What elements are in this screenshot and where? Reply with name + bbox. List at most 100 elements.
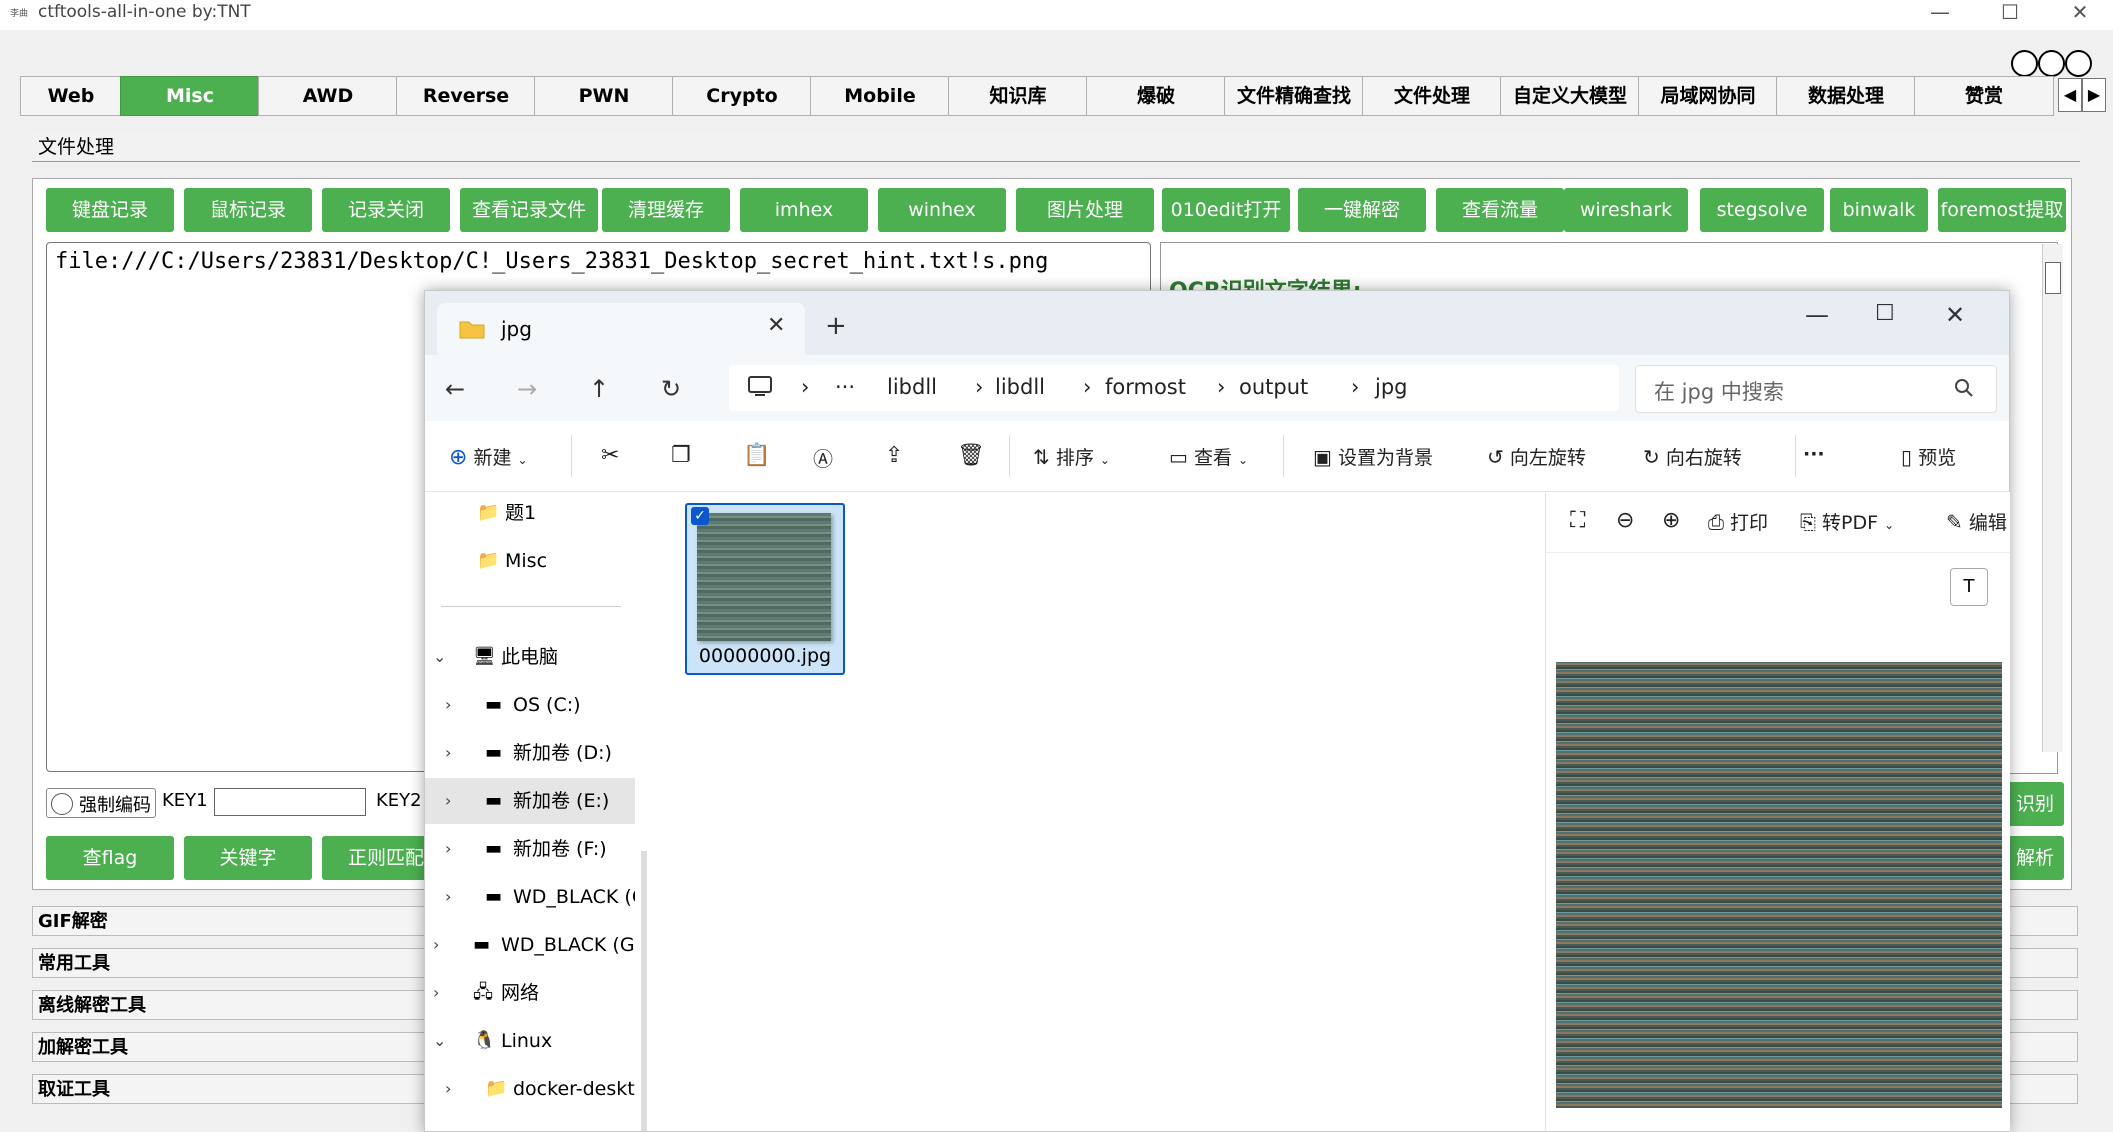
edit-button[interactable]: ✎ 编辑 [1946, 508, 2007, 535]
explorer-maximize-button[interactable]: ☐ [1875, 301, 1895, 326]
back-icon[interactable]: ← [435, 369, 475, 409]
nav-item[interactable]: ⌄ 🖥 此电脑 [425, 634, 635, 680]
nav-item[interactable]: › ▬ 新加卷 (E:) [425, 778, 635, 824]
crumb-libdll-1[interactable]: libdll [887, 375, 937, 399]
navpane-scrollbar[interactable] [641, 851, 647, 1131]
tab-8[interactable]: 爆破 [1086, 76, 1226, 116]
copy-icon[interactable]: ❐ [671, 443, 691, 468]
tab-1[interactable]: Misc [120, 76, 260, 116]
nav-item[interactable]: › ▬ 新加卷 (F:) [425, 826, 635, 872]
tool-button-2[interactable]: 记录关闭 [322, 188, 450, 232]
chevron-right-icon[interactable]: › [445, 1066, 451, 1112]
tool-button-6[interactable]: winhex [878, 188, 1006, 232]
keyword-button[interactable]: 关键字 [184, 836, 312, 880]
zoom-in-icon[interactable]: ⊕ [1662, 508, 1680, 533]
chevron-right-icon[interactable]: › [433, 922, 439, 968]
nav-item[interactable]: › ▬ WD_BLACK (G:) [425, 922, 635, 968]
explorer-tab[interactable]: jpg ✕ [437, 303, 805, 355]
tab-6[interactable]: Mobile [810, 76, 950, 116]
more-options-icon[interactable]: ··· [1803, 443, 1825, 465]
circle-button-2[interactable] [2038, 50, 2065, 77]
crumb-jpg[interactable]: jpg [1375, 375, 1408, 399]
crumb-formost[interactable]: formost [1105, 375, 1186, 399]
tool-button-7[interactable]: 图片处理 [1016, 188, 1154, 232]
chevron-right-icon[interactable]: › [433, 970, 439, 1016]
tool-button-1[interactable]: 鼠标记录 [184, 188, 312, 232]
tab-close-icon[interactable]: ✕ [767, 313, 785, 338]
rename-icon[interactable]: Ⓐ [813, 443, 833, 472]
rotate-right-button[interactable]: ↻ 向右旋转 [1643, 443, 1742, 470]
check-flag-button[interactable]: 查flag [46, 836, 174, 880]
tab-3[interactable]: Reverse [396, 76, 536, 116]
tab-10[interactable]: 文件处理 [1362, 76, 1502, 116]
address-bar[interactable]: › ··· libdll › libdll › formost › output… [729, 365, 1619, 411]
nav-item[interactable]: 📁 Misc [425, 538, 635, 584]
chevron-down-icon[interactable]: ⌄ [433, 634, 446, 680]
tab-scroll-left-icon[interactable]: ◀ [2058, 78, 2082, 112]
view-button[interactable]: ▭ 查看 ⌄ [1169, 443, 1248, 470]
tool-button-0[interactable]: 键盘记录 [46, 188, 174, 232]
preview-button[interactable]: ▯ 预览 [1901, 443, 1956, 470]
tab-11[interactable]: 自定义大模型 [1500, 76, 1640, 116]
tool-button-10[interactable]: 查看流量 [1436, 188, 1564, 232]
tool-button-12[interactable]: stegsolve [1700, 188, 1824, 232]
rotate-left-button[interactable]: ↺ 向左旋转 [1487, 443, 1586, 470]
crumb-output[interactable]: output [1239, 375, 1308, 399]
tab-9[interactable]: 文件精确查找 [1224, 76, 1364, 116]
cut-icon[interactable]: ✂ [601, 443, 619, 468]
tool-button-3[interactable]: 查看记录文件 [460, 188, 598, 232]
tab-12[interactable]: 局域网协同 [1638, 76, 1778, 116]
tab-scroll-right-icon[interactable]: ▶ [2082, 78, 2106, 112]
checkmark-icon[interactable]: ✓ [691, 507, 709, 525]
chevron-down-icon[interactable]: ⌄ [433, 1018, 446, 1064]
tab-0[interactable]: Web [20, 76, 122, 116]
tool-button-9[interactable]: 一键解密 [1298, 188, 1426, 232]
nav-item[interactable]: › 📁docker-desktop [425, 1066, 635, 1112]
chevron-right-icon[interactable]: › [445, 874, 451, 920]
chevron-right-icon[interactable]: › [445, 730, 451, 776]
up-icon[interactable]: ↑ [579, 369, 619, 409]
forward-icon[interactable]: → [507, 369, 547, 409]
print-button[interactable]: ⎙ 打印 [1708, 508, 1768, 535]
tab-4[interactable]: PWN [534, 76, 674, 116]
chevron-right-icon[interactable]: › [445, 778, 451, 824]
nav-item[interactable]: › ▬ 新加卷 (D:) [425, 730, 635, 776]
tool-button-8[interactable]: 010edit打开 [1162, 188, 1290, 232]
maximize-button[interactable]: ☐ [1980, 0, 2040, 30]
nav-item[interactable]: › ▬ WD_BLACK (G:) [425, 874, 635, 920]
tab-13[interactable]: 数据处理 [1776, 76, 1916, 116]
tab-2[interactable]: AWD [258, 76, 398, 116]
to-pdf-button[interactable]: ⎘ 转PDF ⌄ [1800, 508, 1894, 535]
delete-icon[interactable]: 🗑 [957, 443, 985, 468]
key1-input[interactable] [214, 788, 366, 816]
tab-5[interactable]: Crypto [672, 76, 812, 116]
close-button[interactable]: ✕ [2050, 0, 2110, 30]
ocr-scrollbar[interactable] [2042, 244, 2063, 752]
paste-icon[interactable]: 📋 [743, 443, 770, 468]
search-input[interactable]: 在 jpg 中搜索 [1635, 365, 1997, 413]
new-tab-icon[interactable]: + [825, 311, 847, 341]
nav-item[interactable]: ⌄ 🐧 Linux [425, 1018, 635, 1064]
tool-button-4[interactable]: 清理缓存 [602, 188, 730, 232]
tool-button-13[interactable]: binwalk [1830, 188, 1928, 232]
tool-button-14[interactable]: foremost提取 [1938, 188, 2066, 232]
tool-button-11[interactable]: wireshark [1564, 188, 1688, 232]
ocr-scrollbar-thumb[interactable] [2045, 262, 2061, 294]
set-background-button[interactable]: ▣ 设置为背景 [1313, 443, 1433, 470]
zoom-out-icon[interactable]: ⊖ [1616, 508, 1634, 533]
explorer-minimize-button[interactable]: — [1805, 301, 1829, 329]
file-item[interactable]: ✓ 00000000.jpg [685, 503, 845, 675]
crumb-libdll-2[interactable]: libdll [995, 375, 1045, 399]
explorer-close-button[interactable]: ✕ [1945, 301, 1965, 329]
tab-7[interactable]: 知识库 [948, 76, 1088, 116]
nav-item[interactable]: › 🖧 网络 [425, 970, 635, 1016]
force-encoding-checkbox[interactable]: 强制编码 [46, 788, 156, 818]
new-button[interactable]: ⊕ 新建 ⌄ [449, 443, 528, 470]
refresh-icon[interactable]: ↻ [651, 369, 691, 409]
chevron-right-icon[interactable]: › [445, 826, 451, 872]
fit-screen-icon[interactable]: ⛶ [1570, 508, 1585, 533]
tab-14[interactable]: 赞赏 [1914, 76, 2054, 116]
share-icon[interactable]: ⇪ [885, 443, 903, 468]
circle-button-3[interactable] [2065, 50, 2092, 77]
minimize-button[interactable]: — [1910, 0, 1970, 30]
